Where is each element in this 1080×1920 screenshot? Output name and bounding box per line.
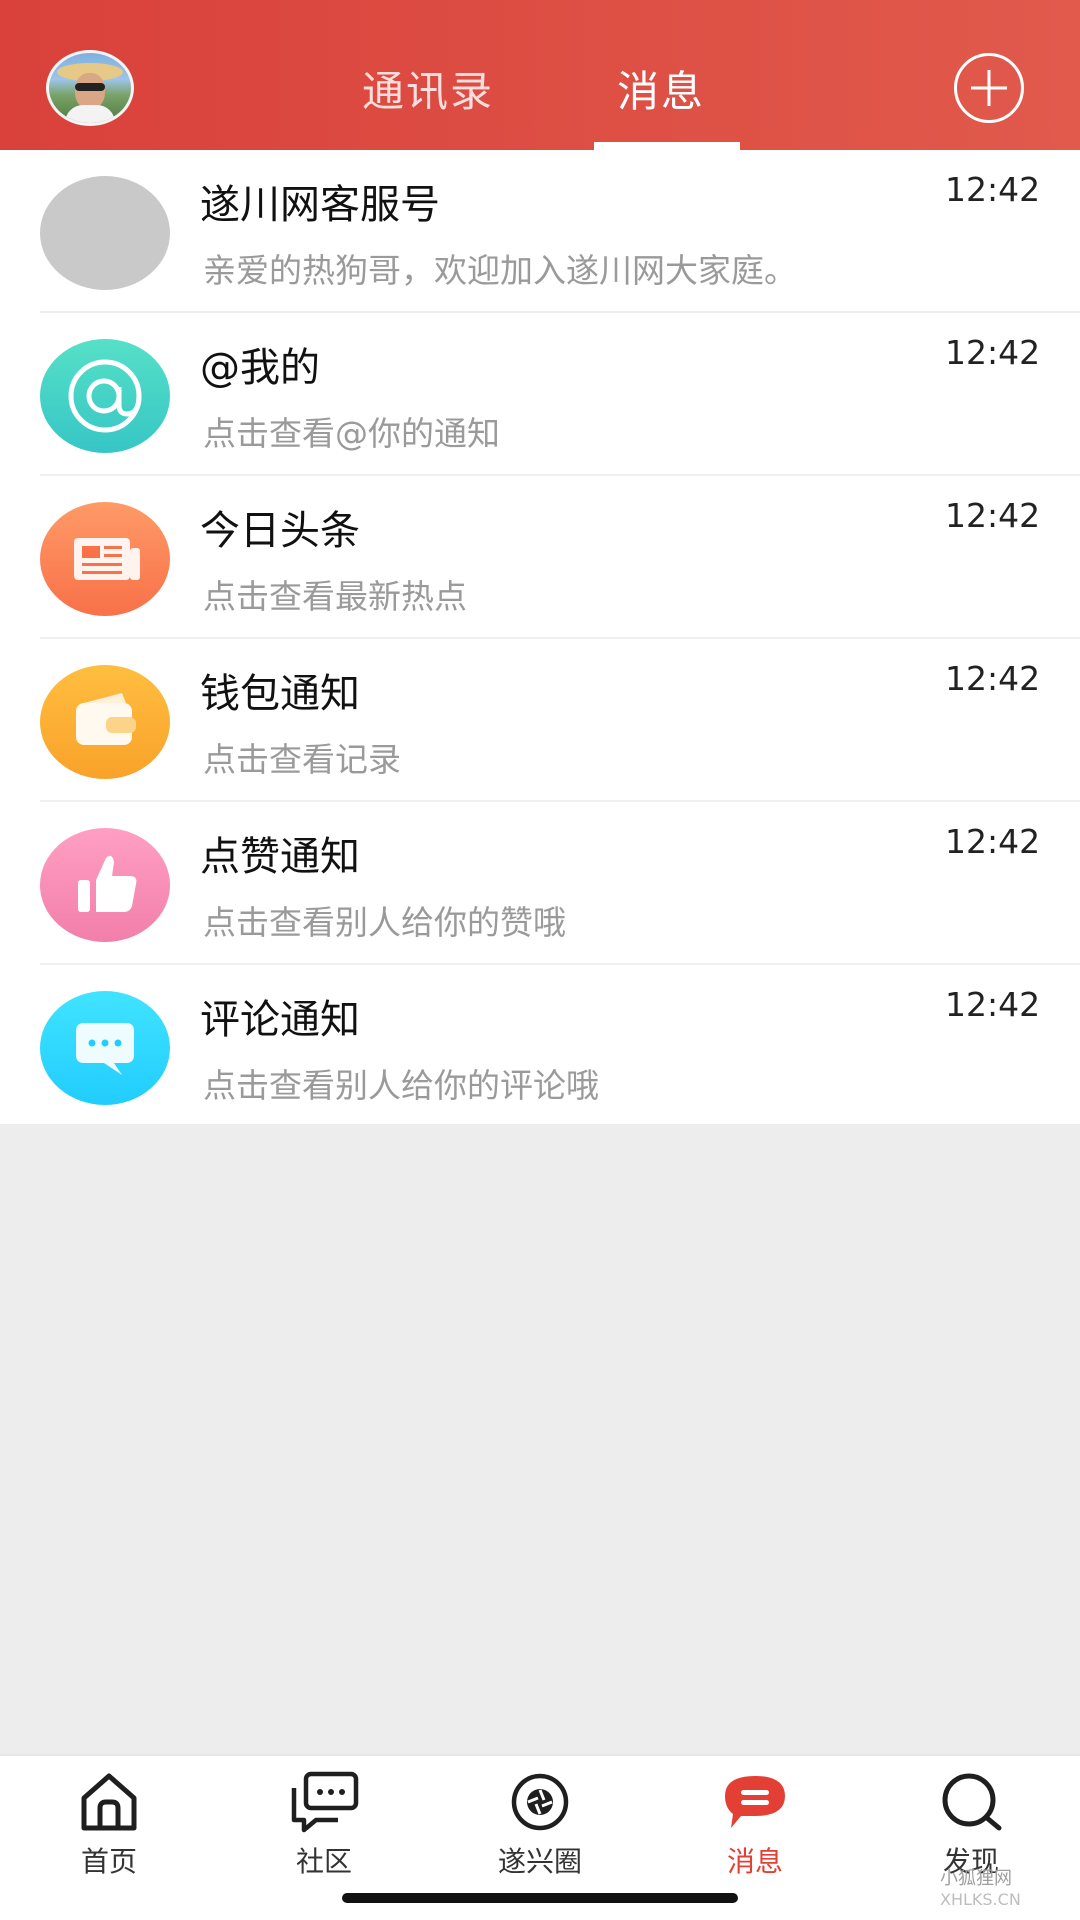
chat-bubble-icon bbox=[291, 1771, 359, 1833]
watermark-line1: 小狐狸网 bbox=[940, 1868, 1012, 1889]
message-title: @我的 bbox=[200, 345, 320, 391]
message-time: 12:42 bbox=[945, 170, 1041, 209]
nav-community[interactable]: 社区 bbox=[234, 1770, 414, 1890]
comment-icon bbox=[40, 991, 170, 1105]
message-time: 12:42 bbox=[945, 659, 1041, 698]
message-preview: 点击查看@你的通知 bbox=[203, 414, 500, 453]
add-button[interactable] bbox=[954, 53, 1024, 123]
service-avatar bbox=[40, 176, 170, 290]
message-preview: 点击查看别人给你的赞哦 bbox=[203, 903, 566, 942]
nav-suixing-circle[interactable]: 遂兴圈 bbox=[450, 1770, 630, 1890]
message-title: 今日头条 bbox=[200, 508, 360, 554]
newspaper-icon bbox=[40, 502, 170, 616]
nav-home-label: 首页 bbox=[80, 1845, 137, 1878]
tab-contacts[interactable]: 通讯录 bbox=[362, 58, 494, 119]
message-time: 12:42 bbox=[945, 985, 1041, 1024]
at-icon bbox=[40, 339, 170, 453]
home-indicator bbox=[342, 1893, 738, 1903]
message-row-wallet[interactable]: 钱包通知 点击查看记录 12:42 bbox=[0, 639, 1080, 802]
message-icon bbox=[725, 1776, 785, 1828]
message-title: 评论通知 bbox=[200, 997, 360, 1043]
nav-suixing-circle-label: 遂兴圈 bbox=[497, 1845, 582, 1878]
top-tabs: 通讯录 消息 bbox=[0, 0, 1080, 150]
top-header: 通讯录 消息 bbox=[0, 0, 1080, 150]
watermark-line2: XHLKS.CN bbox=[940, 1890, 1021, 1909]
message-title: 点赞通知 bbox=[200, 834, 360, 880]
message-row-mentions[interactable]: @我的 点击查看@你的通知 12:42 bbox=[0, 313, 1080, 476]
message-row-headlines[interactable]: 今日头条 点击查看最新热点 12:42 bbox=[0, 476, 1080, 639]
thumbs-up-icon bbox=[40, 828, 170, 942]
active-tab-indicator bbox=[594, 142, 740, 150]
message-time: 12:42 bbox=[945, 333, 1041, 372]
wallet-icon bbox=[40, 665, 170, 779]
nav-home[interactable]: 首页 bbox=[19, 1770, 199, 1890]
nav-messages-label: 消息 bbox=[726, 1845, 783, 1878]
message-preview: 点击查看记录 bbox=[203, 740, 401, 779]
aperture-icon bbox=[511, 1773, 569, 1831]
message-title: 钱包通知 bbox=[200, 671, 360, 717]
message-time: 12:42 bbox=[945, 496, 1041, 535]
message-title: 遂川网客服号 bbox=[200, 182, 440, 228]
nav-community-label: 社区 bbox=[295, 1845, 352, 1878]
message-time: 12:42 bbox=[945, 822, 1041, 861]
message-row-comments[interactable]: 评论通知 点击查看别人给你的评论哦 12:42 bbox=[0, 965, 1080, 1128]
watermark: 小狐狸网 XHLKS.CN bbox=[940, 1864, 1021, 1909]
message-list: 遂川网客服号 亲爱的热狗哥，欢迎加入遂川网大家庭。 12:42 @我的 点击查看… bbox=[0, 150, 1080, 1124]
message-row-customer-service[interactable]: 遂川网客服号 亲爱的热狗哥，欢迎加入遂川网大家庭。 12:42 bbox=[0, 150, 1080, 313]
home-icon bbox=[81, 1773, 137, 1831]
discover-icon bbox=[942, 1773, 1002, 1831]
message-preview: 亲爱的热狗哥，欢迎加入遂川网大家庭。 bbox=[203, 251, 797, 290]
nav-messages[interactable]: 消息 bbox=[665, 1770, 845, 1890]
message-preview: 点击查看别人给你的评论哦 bbox=[203, 1066, 599, 1105]
message-preview: 点击查看最新热点 bbox=[203, 577, 467, 616]
tab-messages[interactable]: 消息 bbox=[617, 58, 705, 119]
message-row-likes[interactable]: 点赞通知 点击查看别人给你的赞哦 12:42 bbox=[0, 802, 1080, 965]
